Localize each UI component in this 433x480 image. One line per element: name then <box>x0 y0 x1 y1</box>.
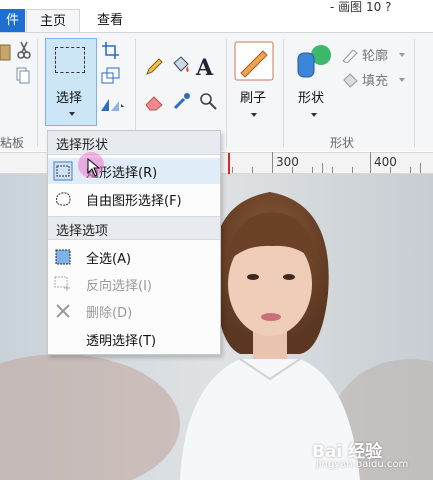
fill-bucket-icon[interactable] <box>170 55 192 77</box>
menu-section-options-title: 选择选项 <box>56 224 109 239</box>
brushes-label[interactable]: 刷子 <box>240 87 266 106</box>
menu-item-delete[interactable]: 删除(D) <box>48 298 220 324</box>
group-separator <box>226 39 227 147</box>
menu-section-shape-title: 选择形状 <box>56 138 109 153</box>
menu-item-select-all[interactable]: 全选(A) <box>48 244 220 270</box>
select-button[interactable]: 选择 <box>45 38 97 126</box>
tab-home[interactable]: 主页 <box>26 9 80 34</box>
outline-icon <box>342 49 358 63</box>
chevron-down-icon <box>69 112 75 116</box>
menu-item-free-form-selection[interactable]: 自由图形选择(F) <box>48 186 220 212</box>
brush-icon[interactable] <box>234 41 274 81</box>
copy-icon[interactable] <box>15 67 31 85</box>
menu-section-options: 选择选项 <box>48 216 220 240</box>
select-all-icon <box>55 249 71 265</box>
shapes-button-label[interactable]: 形状 <box>298 87 324 106</box>
eraser-icon[interactable] <box>144 93 164 111</box>
resize-icon[interactable] <box>101 67 121 85</box>
clipboard-group-label: 粘板 <box>0 136 25 150</box>
chevron-down-icon[interactable] <box>399 53 405 57</box>
watermark-url: jingyan.baidu.com <box>316 459 409 470</box>
rotate-icon[interactable] <box>99 95 127 113</box>
ruler-label-300: 300 <box>276 155 299 169</box>
mouse-pointer-icon <box>87 158 101 177</box>
outline-label[interactable]: 轮廓 <box>362 45 388 64</box>
cut-icon[interactable] <box>16 41 32 59</box>
ruler-label-400: 400 <box>374 155 397 169</box>
menu-item-label: 反向选择(I) <box>86 279 152 294</box>
fill-label[interactable]: 填充 <box>362 70 388 89</box>
menu-item-label: 全选(A) <box>86 252 132 267</box>
ruler-position-marker <box>228 153 230 174</box>
select-dropdown-menu: 选择形状 矩形选择(R) 自由图形选择(F) 选择选项 全选(A) 反向选择(I… <box>47 130 221 355</box>
magnifier-icon[interactable] <box>198 91 218 111</box>
menu-section-shape: 选择形状 <box>48 131 220 155</box>
shapes-icon[interactable] <box>294 43 334 81</box>
select-rect-icon <box>55 47 85 73</box>
text-tool-icon[interactable]: A <box>196 55 213 81</box>
menu-item-rectangular-selection[interactable]: 矩形选择(R) <box>48 158 220 184</box>
chevron-down-icon[interactable] <box>399 78 405 82</box>
chevron-down-icon[interactable] <box>251 113 257 117</box>
ribbon-tab-bar: 件 主页 查看 - 画图 10 ? <box>0 0 433 34</box>
delete-icon <box>56 304 70 318</box>
color-picker-icon[interactable] <box>172 91 192 111</box>
menu-item-label: 透明选择(T) <box>86 334 157 349</box>
rectangle-selection-icon <box>53 161 73 181</box>
fill-icon <box>343 73 358 88</box>
free-form-selection-icon <box>56 192 71 206</box>
group-separator <box>283 39 284 147</box>
group-separator <box>414 39 415 147</box>
menu-item-transparent-selection[interactable]: 透明选择(T) <box>48 326 220 352</box>
invert-selection-icon <box>54 276 70 291</box>
menu-item-label: 自由图形选择(F) <box>86 194 182 209</box>
window-title: - 画图 10 ? <box>330 0 392 14</box>
menu-item-invert-selection[interactable]: 反向选择(I) <box>48 271 220 297</box>
pencil-icon[interactable] <box>144 57 164 77</box>
group-separator <box>37 39 38 147</box>
select-button-label: 选择 <box>56 91 83 106</box>
tab-file[interactable]: 件 <box>0 9 25 32</box>
menu-item-label: 删除(D) <box>86 306 133 321</box>
shapes-group-label: 形状 <box>330 136 355 150</box>
chevron-down-icon[interactable] <box>311 113 317 117</box>
paste-icon[interactable] <box>0 41 14 63</box>
tab-view[interactable]: 查看 <box>84 9 136 32</box>
crop-icon[interactable] <box>101 41 121 59</box>
